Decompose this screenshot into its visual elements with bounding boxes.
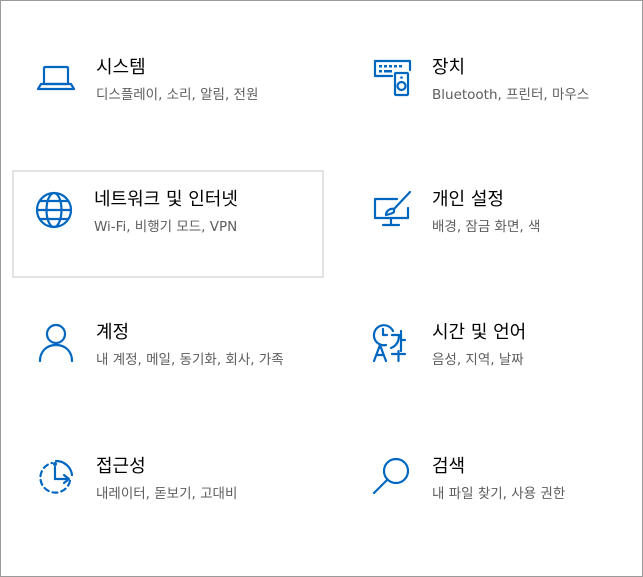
tile-description: 배경, 잠금 화면, 색 [432,219,541,235]
laptop-icon [33,55,79,101]
tile-search[interactable]: 검색 내 파일 찾기, 사용 권한 [351,438,643,542]
person-icon [33,320,79,366]
tile-personalization[interactable]: 개인 설정 배경, 잠금 화면, 색 [351,171,643,275]
tile-title: 시간 및 언어 [432,322,527,343]
tile-description: 디스플레이, 소리, 알림, 전원 [96,87,259,103]
tile-title: 장치 [432,57,466,78]
tile-title: 시스템 [96,57,146,78]
search-icon [369,454,415,500]
settings-window: 시스템 디스플레이, 소리, 알림, 전원 장치 Bluetooth, 프린터,… [0,0,643,577]
tile-time-language[interactable]: 시간 및 언어 음성, 지역, 날짜 [351,304,643,408]
tile-description: 음성, 지역, 날짜 [432,352,524,368]
globe-icon [31,187,77,233]
tile-description: Wi-Fi, 비행기 모드, VPN [94,219,238,235]
tile-description: 내레이터, 돋보기, 고대비 [96,486,238,502]
tile-title: 개인 설정 [432,189,504,210]
tile-title: 네트워크 및 인터넷 [94,189,238,210]
tile-description: 내 계정, 메일, 동기화, 회사, 가족 [96,352,284,368]
time-language-icon [369,320,415,366]
tile-title: 접근성 [96,456,146,477]
tile-description: 내 파일 찾기, 사용 권한 [432,486,566,502]
ease-of-access-icon [33,454,79,500]
tile-title: 계정 [96,322,130,343]
tile-system[interactable]: 시스템 디스플레이, 소리, 알림, 전원 [15,39,325,143]
paint-monitor-icon [369,187,415,233]
tile-description: Bluetooth, 프린터, 마우스 [432,87,590,103]
tile-ease-of-access[interactable]: 접근성 내레이터, 돋보기, 고대비 [15,438,325,542]
tile-devices[interactable]: 장치 Bluetooth, 프린터, 마우스 [351,39,643,143]
keyboard-speaker-icon [369,55,415,101]
tile-accounts[interactable]: 계정 내 계정, 메일, 동기화, 회사, 가족 [15,304,325,408]
tile-network[interactable]: 네트워크 및 인터넷 Wi-Fi, 비행기 모드, VPN [12,170,324,278]
tile-title: 검색 [432,456,466,477]
